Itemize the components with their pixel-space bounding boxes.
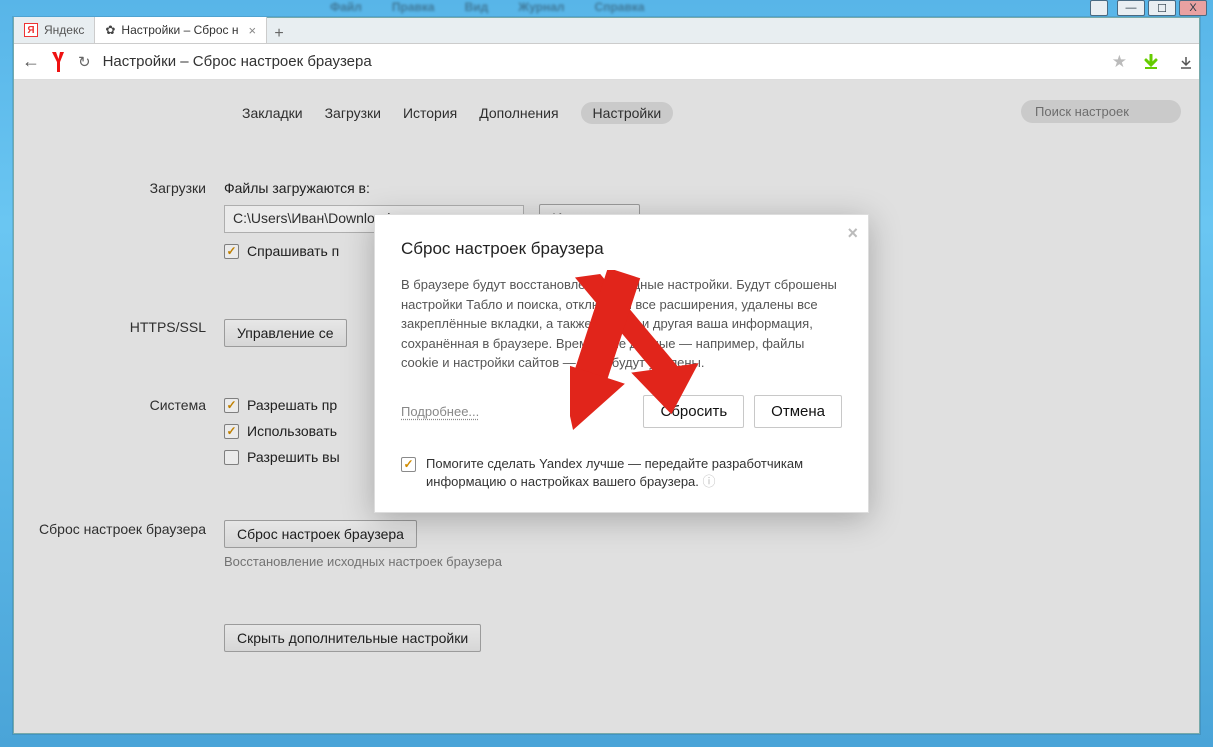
minimize-button[interactable]: — bbox=[1117, 0, 1145, 16]
dialog-help-checkbox[interactable]: Помогите сделать Yandex лучше — передайт… bbox=[401, 456, 842, 490]
downloads-tray-icon[interactable] bbox=[1179, 56, 1191, 68]
checkbox-icon bbox=[401, 457, 416, 472]
help-icon: ⓘ bbox=[703, 474, 716, 489]
tab-label: Настройки – Сброс н bbox=[121, 23, 238, 37]
reload-button[interactable]: ↻ bbox=[78, 53, 91, 71]
title-blur: ФайлПравкаВидЖурналСправка bbox=[0, 0, 1060, 18]
dialog-body: В браузере будут восстановлены исходные … bbox=[401, 275, 842, 373]
browser-window: Я Яндекс ✿ Настройки – Сброс н × + ← ↻ Н… bbox=[13, 17, 1200, 734]
back-button[interactable]: ← bbox=[22, 51, 40, 72]
tabstrip: Я Яндекс ✿ Настройки – Сброс н × + bbox=[14, 18, 1199, 44]
tab-close-icon[interactable]: × bbox=[248, 23, 256, 38]
dialog-cancel-button[interactable]: Отмена bbox=[754, 395, 842, 428]
tab-label: Яндекс bbox=[44, 23, 84, 37]
bookmark-star-icon[interactable]: ★ bbox=[1112, 52, 1127, 72]
dialog-more-link[interactable]: Подробнее... bbox=[401, 404, 479, 419]
dialog-close-icon[interactable]: × bbox=[847, 223, 858, 244]
download-arrow-icon[interactable] bbox=[1143, 54, 1159, 70]
gear-icon: ✿ bbox=[105, 23, 115, 37]
close-button[interactable]: X bbox=[1179, 0, 1207, 16]
yandex-logo-icon: Я bbox=[24, 23, 38, 37]
reset-dialog: × Сброс настроек браузера В браузере буд… bbox=[374, 214, 869, 513]
url-text[interactable]: Настройки – Сброс настроек браузера bbox=[101, 53, 1102, 70]
tab-settings[interactable]: ✿ Настройки – Сброс н × bbox=[95, 17, 267, 43]
dialog-title: Сброс настроек браузера bbox=[401, 239, 842, 259]
new-tab-button[interactable]: + bbox=[267, 25, 291, 43]
window-frame: ФайлПравкаВидЖурналСправка — ☐ X Я Яндек… bbox=[0, 0, 1213, 747]
titlebar-extra-icon[interactable] bbox=[1090, 0, 1108, 16]
dialog-reset-button[interactable]: Сбросить bbox=[643, 395, 744, 428]
tab-yandex[interactable]: Я Яндекс bbox=[14, 17, 95, 43]
help-text: Помогите сделать Yandex лучше — передайт… bbox=[426, 456, 842, 490]
address-bar: ← ↻ Настройки – Сброс настроек браузера … bbox=[14, 44, 1199, 80]
maximize-button[interactable]: ☐ bbox=[1148, 0, 1176, 16]
yandex-y-icon[interactable] bbox=[50, 51, 68, 73]
